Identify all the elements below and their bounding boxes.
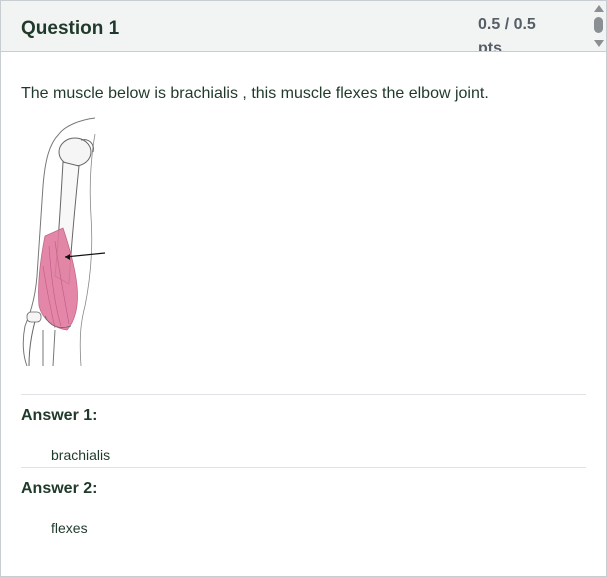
answer-1-label: Answer 1: bbox=[21, 407, 98, 424]
question-points: 0.5 / 0.5 pts bbox=[478, 16, 536, 52]
scroll-up-arrow-icon[interactable] bbox=[594, 5, 604, 12]
answer-2-value: flexes bbox=[51, 520, 88, 536]
question-header: Question 1 0.5 / 0.5 pts bbox=[1, 1, 606, 52]
scroll-down-arrow-icon[interactable] bbox=[594, 40, 604, 47]
scroll-thumb[interactable] bbox=[594, 17, 603, 33]
question-card: Question 1 0.5 / 0.5 pts The muscle belo… bbox=[0, 0, 607, 577]
answer-2-label: Answer 2: bbox=[21, 480, 98, 497]
arm-muscle-illustration bbox=[22, 117, 106, 367]
header-scrollbar[interactable] bbox=[591, 1, 606, 51]
question-text: The muscle below is brachialis , this mu… bbox=[21, 85, 489, 102]
answer-1-value: brachialis bbox=[51, 447, 111, 463]
question-image bbox=[19, 116, 109, 368]
divider bbox=[21, 394, 586, 395]
divider bbox=[21, 467, 586, 468]
question-title: Question 1 bbox=[21, 18, 120, 39]
